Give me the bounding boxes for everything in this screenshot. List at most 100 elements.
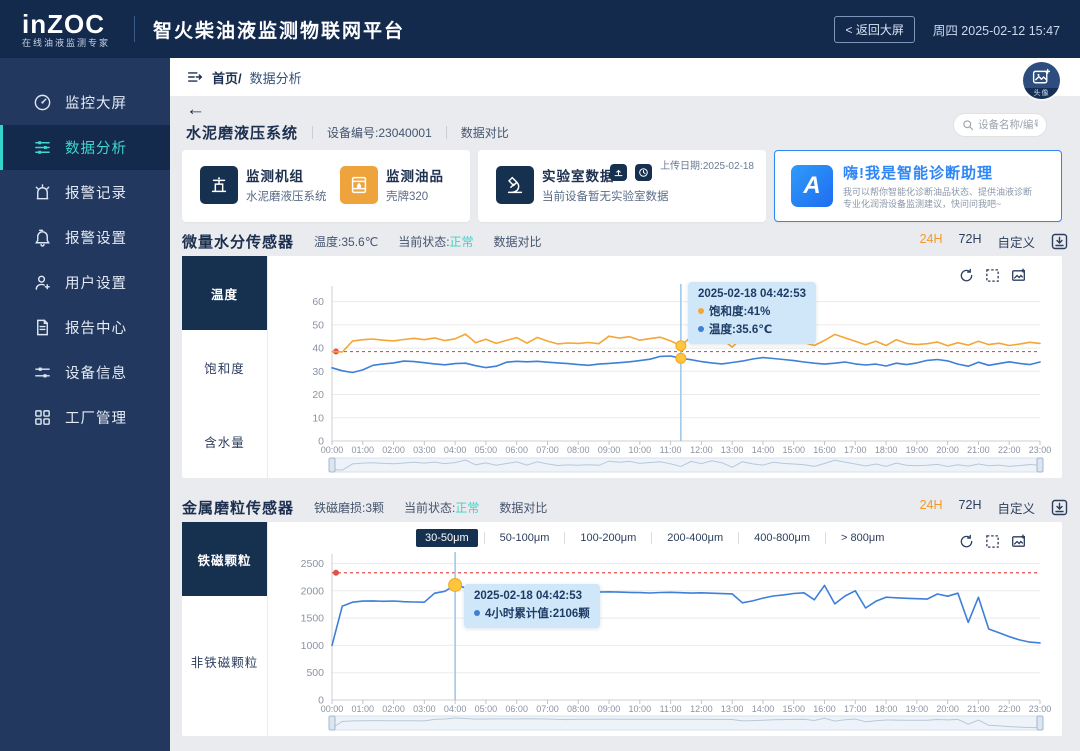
svg-text:23:00: 23:00	[1029, 445, 1052, 455]
data-compare-link[interactable]: 数据对比	[461, 124, 509, 141]
tooltip-line: 4小时累计值:2106颗	[474, 605, 590, 621]
device-code: 设备编号:23040001	[327, 124, 432, 141]
bell-icon	[33, 228, 52, 247]
metal-sensor-chart[interactable]: 30-50μm 50-100μm 100-200μm 200-400μm 400-800…	[268, 522, 1062, 736]
svg-text:03:00: 03:00	[413, 704, 436, 714]
range-自定义[interactable]: 自定义	[997, 232, 1035, 251]
breadcrumb-menu-icon[interactable]	[186, 68, 204, 86]
range-72h[interactable]: 72H	[959, 498, 982, 517]
size-tab-2[interactable]: 100-200μm	[571, 529, 645, 547]
user-avatar[interactable]: 头像	[1023, 62, 1060, 99]
svg-text:10:00: 10:00	[629, 704, 652, 714]
range-72h[interactable]: 72H	[959, 232, 982, 251]
sidebar-item-0[interactable]: 监控大屏	[0, 80, 170, 125]
svg-text:20: 20	[312, 389, 324, 401]
sidebar-item-1[interactable]: 数据分析	[0, 125, 170, 170]
box-zoom-icon[interactable]	[985, 268, 1000, 283]
svg-text:07:00: 07:00	[536, 704, 559, 714]
series-dot	[698, 308, 704, 314]
divider	[738, 532, 739, 544]
chart-tab-1[interactable]: 非铁磁颗粒	[182, 596, 267, 726]
ai-assistant-card[interactable]: A 嗨!我是智能诊断助理 我可以帮你智能化诊断油品状态、提供油液诊断 专业化润滑…	[774, 150, 1062, 222]
svg-text:60: 60	[312, 296, 324, 308]
history-clock-icon[interactable]	[635, 164, 652, 181]
water-sensor-chart[interactable]: 2025-02-18 04:42:53饱和度:41%温度:35.6℃ 01020…	[268, 256, 1062, 478]
device-title: 水泥磨液压系统	[186, 122, 298, 143]
datazoom-handle[interactable]	[329, 458, 335, 472]
ai-logo-icon: A	[791, 165, 833, 207]
box-zoom-icon[interactable]	[985, 534, 1000, 549]
header-datetime: 周四 2025-02-12 15:47	[933, 20, 1060, 39]
sidebar-item-7[interactable]: 工厂管理	[0, 395, 170, 440]
svg-text:19:00: 19:00	[906, 704, 929, 714]
sidebar-item-2[interactable]: 报警记录	[0, 170, 170, 215]
lab-title: 实验室数据	[542, 165, 615, 185]
water-sensor-panel: 温度饱和度含水量 2025-02-18 04:42:53饱和度:41%温度:35…	[182, 256, 1062, 478]
save-image-icon[interactable]	[1011, 534, 1026, 549]
line-chart-svg-0: 010203040506000:0001:0002:0003:0004:0005…	[268, 256, 1062, 478]
sidebar-item-6[interactable]: 设备信息	[0, 350, 170, 395]
datazoom-handle[interactable]	[329, 716, 335, 730]
chart-tab-1[interactable]: 饱和度	[182, 330, 267, 404]
gauge-icon	[33, 93, 52, 112]
breadcrumb: 首页/ 数据分析 头像	[170, 58, 1080, 96]
divider	[484, 532, 485, 544]
ai-description: 我可以帮你智能化诊断油品状态、提供油液诊断 专业化润滑设备监测建议，快问问我吧~	[843, 186, 1032, 210]
water-compare-link[interactable]: 数据对比	[494, 233, 542, 250]
sidebar-item-5[interactable]: 报告中心	[0, 305, 170, 350]
sidebar-item-3[interactable]: 报警设置	[0, 215, 170, 260]
svg-text:17:00: 17:00	[844, 704, 867, 714]
svg-text:18:00: 18:00	[875, 704, 898, 714]
user-icon	[33, 273, 52, 292]
svg-text:14:00: 14:00	[752, 704, 775, 714]
sidebar-item-label: 报告中心	[65, 317, 127, 338]
device-search[interactable]	[953, 113, 1047, 137]
divider	[446, 126, 447, 139]
series-dot	[698, 326, 704, 332]
return-big-screen-button[interactable]: < 返回大屏	[834, 16, 914, 43]
svg-text:08:00: 08:00	[567, 704, 590, 714]
upload-icon[interactable]	[610, 164, 627, 181]
chart-tab-0[interactable]: 铁磁颗粒	[182, 522, 267, 596]
metal-compare-link[interactable]: 数据对比	[499, 499, 547, 516]
svg-text:1500: 1500	[301, 613, 325, 625]
range-24h[interactable]: 24H	[920, 232, 943, 251]
svg-text:2500: 2500	[301, 558, 325, 570]
svg-text:22:00: 22:00	[998, 445, 1021, 455]
brand-logo[interactable]: inZOC 在线油液监测专家	[22, 11, 110, 48]
chart-tab-0[interactable]: 温度	[182, 256, 267, 330]
monitor-card: 监测机组 水泥磨液压系统 监测油品 壳牌320	[182, 150, 470, 222]
water-sensor-status: 当前状态:正常	[398, 233, 473, 250]
svg-text:13:00: 13:00	[721, 445, 744, 455]
datazoom-handle[interactable]	[1037, 716, 1043, 730]
download-icon[interactable]	[1051, 233, 1068, 250]
sidebar-item-4[interactable]: 用户设置	[0, 260, 170, 305]
size-tab-5[interactable]: > 800μm	[832, 529, 893, 547]
datazoom-handle[interactable]	[1037, 458, 1043, 472]
size-tab-3[interactable]: 200-400μm	[658, 529, 732, 547]
restore-icon[interactable]	[959, 534, 974, 549]
search-input[interactable]	[978, 119, 1038, 131]
download-icon[interactable]	[1051, 499, 1068, 516]
back-arrow[interactable]: ←	[186, 100, 205, 119]
svg-text:18:00: 18:00	[875, 445, 898, 455]
logo-subtitle: 在线油液监测专家	[22, 39, 110, 48]
chart-tab-2[interactable]: 含水量	[182, 404, 267, 478]
sidebar-item-label: 报警记录	[65, 182, 127, 203]
restore-icon[interactable]	[959, 268, 974, 283]
svg-text:1000: 1000	[301, 640, 325, 652]
monitor-unit-subtitle: 水泥磨液压系统	[246, 188, 327, 204]
svg-text:16:00: 16:00	[813, 704, 836, 714]
size-tab-0[interactable]: 30-50μm	[416, 529, 478, 547]
svg-text:19:00: 19:00	[906, 445, 929, 455]
breadcrumb-home[interactable]: 首页/	[212, 68, 242, 87]
size-tab-4[interactable]: 400-800μm	[745, 529, 819, 547]
range-24h[interactable]: 24H	[920, 498, 943, 517]
save-image-icon[interactable]	[1011, 268, 1026, 283]
water-sensor-temp: 温度:35.6℃	[314, 233, 378, 250]
range-自定义[interactable]: 自定义	[997, 498, 1035, 517]
svg-text:20:00: 20:00	[936, 445, 959, 455]
ai-title: 嗨!我是智能诊断助理	[843, 162, 993, 183]
alarm-icon	[33, 183, 52, 202]
size-tab-1[interactable]: 50-100μm	[491, 529, 559, 547]
